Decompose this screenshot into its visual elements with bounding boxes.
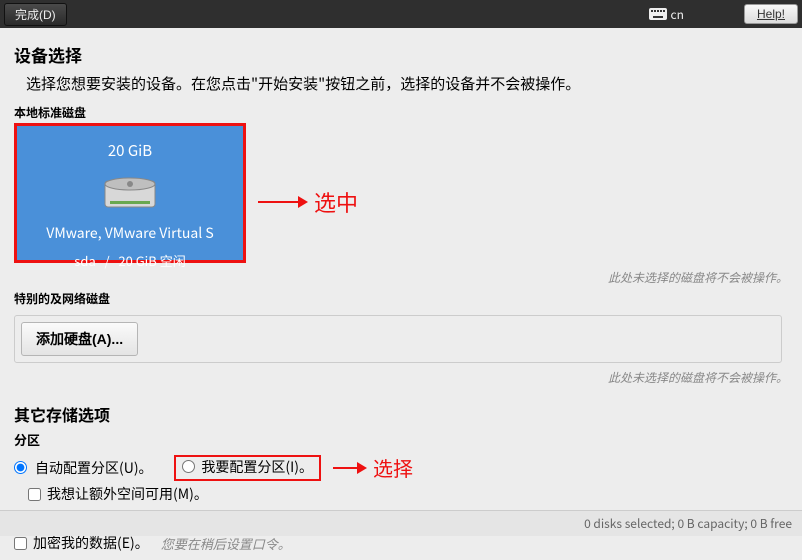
special-disks-area: 添加硬盘(A)... bbox=[14, 315, 782, 363]
annotation-choose: 选择 bbox=[333, 453, 413, 482]
arrow-right-icon bbox=[333, 461, 367, 475]
top-bar: 完成(D) cn Help! bbox=[0, 0, 802, 28]
harddisk-icon bbox=[104, 173, 156, 215]
keyboard-layout-label: cn bbox=[671, 6, 684, 23]
disk-size-label: 20 GiB bbox=[17, 140, 243, 161]
disk-sub-label: sda / 20 GiB 空闲 bbox=[17, 251, 243, 270]
disk-model-label: VMware, VMware Virtual S bbox=[17, 223, 243, 243]
extra-space-checkbox[interactable] bbox=[28, 488, 41, 501]
local-disks-heading: 本地标准磁盘 bbox=[14, 104, 788, 121]
page-title: 设备选择 bbox=[14, 42, 788, 67]
auto-partition-radio[interactable] bbox=[14, 461, 27, 474]
special-disks-heading: 特别的及网络磁盘 bbox=[14, 290, 788, 307]
encrypt-label[interactable]: 加密我的数据(E)。 bbox=[33, 533, 149, 553]
auto-partition-label[interactable]: 自动配置分区(U)。 bbox=[35, 458, 153, 478]
status-bar: 0 disks selected; 0 B capacity; 0 B free bbox=[0, 510, 802, 536]
manual-partition-radio[interactable] bbox=[182, 460, 195, 473]
encrypt-hint: 您要在稍后设置口令。 bbox=[161, 534, 291, 553]
manual-partition-highlight: 我要配置分区(I)。 bbox=[174, 455, 321, 481]
partition-heading: 分区 bbox=[14, 430, 788, 449]
annotation-selected: 选中 bbox=[258, 186, 358, 218]
extra-space-label[interactable]: 我想让额外空间可用(M)。 bbox=[47, 484, 208, 504]
manual-partition-label[interactable]: 我要配置分区(I)。 bbox=[201, 457, 313, 477]
annotation-selected-text: 选中 bbox=[314, 186, 358, 218]
help-button[interactable]: Help! bbox=[744, 4, 798, 24]
arrow-right-icon bbox=[258, 194, 308, 210]
main-panel: 设备选择 选择您想要安装的设备。在您点击"开始安装"按钮之前，选择的设备并不会被… bbox=[0, 28, 802, 536]
add-disk-button[interactable]: 添加硬盘(A)... bbox=[21, 322, 138, 356]
intro-text: 选择您想要安装的设备。在您点击"开始安装"按钮之前，选择的设备并不会被操作。 bbox=[26, 73, 788, 94]
disk-tile-sda[interactable]: 20 GiB VMware, VMware Virtual S sda / 20… bbox=[14, 123, 246, 263]
done-button[interactable]: 完成(D) bbox=[4, 3, 67, 26]
encrypt-checkbox[interactable] bbox=[14, 537, 27, 550]
unselected-disks-hint-1: 此处未选择的磁盘将不会被操作。 bbox=[14, 269, 788, 286]
annotation-choose-text: 选择 bbox=[373, 453, 413, 482]
keyboard-icon bbox=[649, 8, 667, 20]
other-storage-heading: 其它存储选项 bbox=[14, 402, 788, 426]
keyboard-layout-indicator[interactable]: cn bbox=[649, 6, 684, 23]
unselected-disks-hint-2: 此处未选择的磁盘将不会被操作。 bbox=[14, 369, 788, 386]
